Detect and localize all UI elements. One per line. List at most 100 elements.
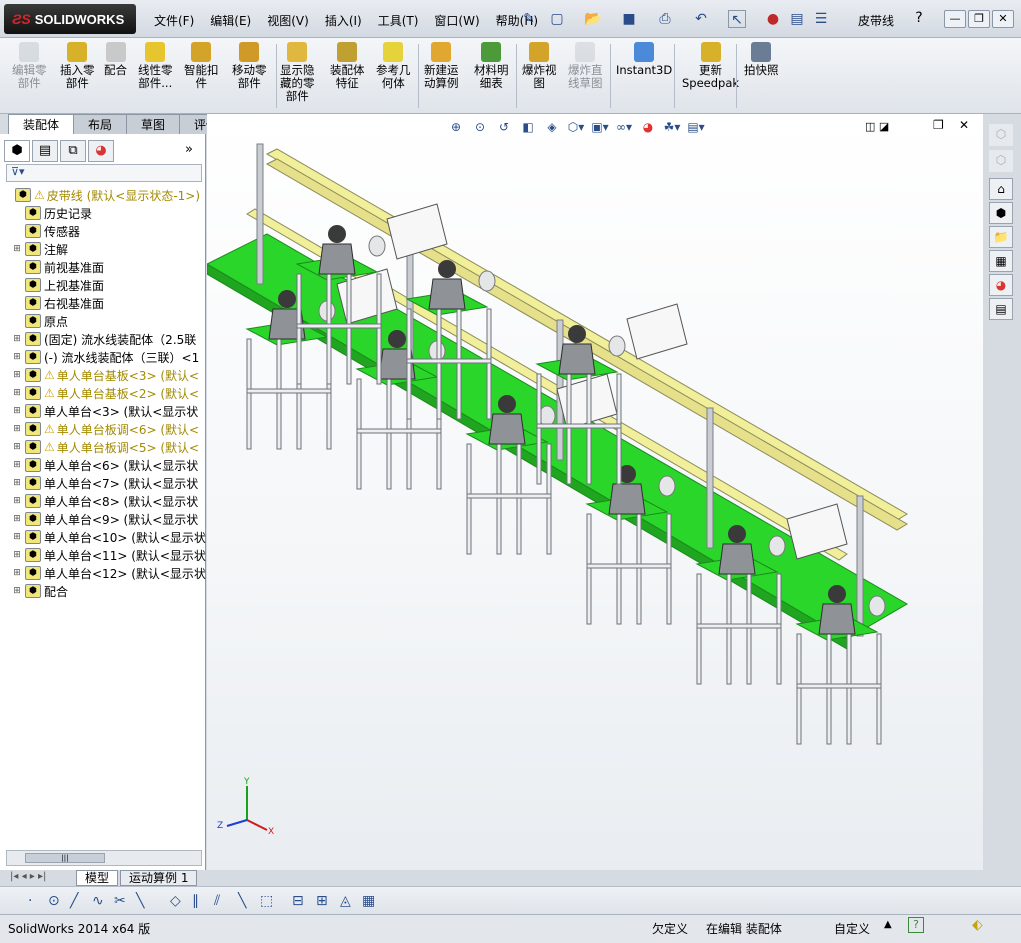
save-icon[interactable]: ■ — [620, 10, 638, 28]
tree-item[interactable]: ⊞ ⬢ ⚠ 单人单台基板<2> (默认< — [0, 384, 206, 402]
quick-help-icon[interactable]: ? — [908, 917, 924, 933]
appearances-icon[interactable]: ◕ — [989, 274, 1013, 296]
new-document-icon[interactable]: ▢ — [548, 10, 566, 28]
trim-icon[interactable]: ✂ — [114, 893, 126, 909]
tree-item[interactable]: ⬢ 前视基准面 — [0, 258, 206, 276]
expand-toggle-icon[interactable]: ⊞ — [12, 532, 22, 542]
table-icon[interactable]: ▦ — [362, 893, 375, 909]
solidworks-resources-icon[interactable]: ⌂ — [989, 178, 1013, 200]
property-manager-tab-icon[interactable]: ▤ — [32, 140, 58, 162]
tree-item[interactable]: ⬢ 右视基准面 — [0, 294, 206, 312]
cmd-assembly-features[interactable]: 装配体 特征 — [330, 42, 365, 90]
expand-toggle-icon[interactable]: ⊞ — [12, 586, 22, 596]
tree-item[interactable]: ⊞ ⬢ ⚠ 单人单台基板<3> (默认< — [0, 366, 206, 384]
expand-toggle-icon[interactable]: ⊞ — [12, 460, 22, 470]
circle-icon[interactable]: ⊙ — [48, 893, 60, 909]
close-button[interactable]: ✕ — [992, 10, 1014, 28]
file-explorer-icon[interactable]: 📁 — [989, 226, 1013, 248]
menu-window[interactable]: 窗口(W) — [426, 10, 487, 31]
expand-toggle-icon[interactable]: ⊞ — [12, 478, 22, 488]
pin-icon[interactable]: ✎ — [520, 10, 538, 28]
design-library-icon[interactable]: ⬢ — [989, 202, 1013, 224]
grid-icon[interactable]: ⊞ — [316, 893, 328, 909]
display-manager-tab-icon[interactable]: ◕ — [88, 140, 114, 162]
expand-toggle-icon[interactable]: ⊞ — [12, 406, 22, 416]
linear-pattern-sketch-icon[interactable]: ⊟ — [292, 893, 304, 909]
tab-scroll-arrows-icon[interactable]: |◂ ◂ ▸ ▸| — [10, 871, 46, 882]
expand-toggle-icon[interactable]: ⊞ — [12, 370, 22, 380]
cmd-new-motion-study[interactable]: 新建运 动算例 — [424, 42, 459, 90]
mirror-icon[interactable]: ⫽ — [214, 893, 220, 909]
tree-item[interactable]: ⊞ ⬢ 单人单台<10> (默认<显示状 — [0, 528, 206, 546]
menu-file[interactable]: 文件(F) — [146, 10, 202, 31]
print-icon[interactable]: ⎙ — [656, 10, 674, 28]
offset-icon[interactable]: ∥ — [192, 893, 199, 909]
expand-toggle-icon[interactable]: ⊞ — [12, 514, 22, 524]
construction-line-icon[interactable]: ╲ — [238, 893, 246, 909]
cmd-exploded-view[interactable]: 爆炸视 图 — [522, 42, 557, 90]
feature-manager-tab-icon[interactable]: ⬢ — [4, 140, 30, 162]
expand-toggle-icon[interactable]: ⊞ — [12, 550, 22, 560]
tree-item[interactable]: ⬢ 上视基准面 — [0, 276, 206, 294]
filter-icon[interactable]: ⊽▾ — [11, 165, 25, 178]
scrollbar-thumb[interactable]: ||| — [25, 853, 105, 863]
spline-icon[interactable]: ∿ — [92, 893, 104, 909]
undo-icon[interactable]: ↶ — [692, 10, 710, 28]
expand-toggle-icon[interactable]: ⊞ — [12, 424, 22, 434]
tree-item[interactable]: ⊞ ⬢ ⚠ 单人单台板调<5> (默认< — [0, 438, 206, 456]
tab-sketch[interactable]: 草图 — [126, 114, 181, 134]
view-palette-icon[interactable]: ▦ — [989, 250, 1013, 272]
tree-item[interactable]: ⊞ ⬢ 单人单台<9> (默认<显示状 — [0, 510, 206, 528]
menu-view[interactable]: 视图(V) — [259, 10, 317, 31]
cmd-move-component[interactable]: 移动零 部件 — [232, 42, 267, 90]
tab-layout[interactable]: 布局 — [73, 114, 128, 134]
tree-item[interactable]: ⬢ 原点 — [0, 312, 206, 330]
cmd-mate[interactable]: 配合 — [104, 42, 127, 77]
solidworks-logo[interactable]: ƧS SOLIDWORKS — [4, 4, 136, 34]
tree-item[interactable]: ⊞ ⬢ 单人单台<12> (默认<显示状 — [0, 564, 206, 582]
expand-panel-icon[interactable]: » — [176, 140, 202, 162]
cmd-edit-component[interactable]: 编辑零 部件 — [12, 42, 47, 90]
cmd-insert-components[interactable]: 插入零 部件 — [60, 42, 95, 90]
expand-toggle-icon[interactable]: ⊞ — [12, 334, 22, 344]
tree-item[interactable]: ⊞ ⬢ 配合 — [0, 582, 206, 600]
expand-toggle-icon[interactable]: ⊞ — [12, 442, 22, 452]
tree-item[interactable]: ⊞ ⬢ (-) 流水线装配体（三联）<1 — [0, 348, 206, 366]
point-icon[interactable]: · — [28, 893, 32, 909]
menu-tools[interactable]: 工具(T) — [370, 10, 427, 31]
status-units[interactable]: 自定义 — [834, 920, 870, 937]
help-button[interactable]: ? — [908, 10, 930, 28]
file-properties-icon[interactable]: ▤ — [788, 10, 806, 28]
cmd-reference-geometry[interactable]: 参考几 何体 — [376, 42, 411, 90]
tree-item[interactable]: ⊞ ⬢ 单人单台<3> (默认<显示状 — [0, 402, 206, 420]
options-icon[interactable]: ☰ — [812, 10, 830, 28]
tab-motion-study-1[interactable]: 运动算例 1 — [120, 870, 198, 886]
cmd-show-hidden[interactable]: 显示隐 藏的零 部件 — [280, 42, 315, 103]
smart-dimension-icon[interactable]: ◇ — [170, 893, 181, 909]
centerline-icon[interactable]: ╲ — [136, 893, 144, 909]
expand-toggle-icon[interactable]: ⊞ — [12, 568, 22, 578]
tree-root[interactable]: ⬢ ⚠ 皮带线 (默认<显示状态-1>) — [0, 186, 206, 204]
rectangle-icon[interactable]: ⬚ — [260, 893, 273, 909]
cmd-speedpak[interactable]: 更新 Speedpak — [682, 42, 739, 90]
expand-toggle-icon[interactable]: ⊞ — [12, 244, 22, 254]
cmd-instant3d[interactable]: Instant3D — [616, 42, 672, 77]
tree-item[interactable]: ⬢ 传感器 — [0, 222, 206, 240]
configuration-manager-tab-icon[interactable]: ⧉ — [60, 140, 86, 162]
tree-item[interactable]: ⊞ ⬢ 单人单台<11> (默认<显示状 — [0, 546, 206, 564]
expand-toggle-icon[interactable]: ⊞ — [12, 352, 22, 362]
tab-assembly[interactable]: 装配体 — [8, 114, 75, 134]
cmd-bom[interactable]: 材料明 细表 — [474, 42, 509, 90]
units-dropdown-icon[interactable]: ▲ — [884, 919, 892, 930]
horizontal-scrollbar[interactable]: ||| — [6, 850, 202, 866]
tab-model[interactable]: 模型 — [76, 870, 119, 886]
tree-item[interactable]: ⬢ 历史记录 — [0, 204, 206, 222]
cmd-smart-fasteners[interactable]: 智能扣 件 — [184, 42, 219, 90]
graphics-area[interactable]: ⊕ ⊙ ↺ ◧ ◈ ⬡▾ ▣▾ ∞▾ ◕ ☘▾ ▤▾ ◫ ◪ ❐ ✕ Y X Z — [207, 114, 983, 870]
tree-item[interactable]: ⊞ ⬢ 单人单台<8> (默认<显示状 — [0, 492, 206, 510]
minimize-button[interactable]: — — [944, 10, 966, 28]
tree-item[interactable]: ⊞ ⬢ ⚠ 单人单台板调<6> (默认< — [0, 420, 206, 438]
select-cursor-icon[interactable]: ↖ — [728, 10, 746, 28]
menu-insert[interactable]: 插入(I) — [317, 10, 370, 31]
tag-icon[interactable]: ⬖ — [972, 917, 983, 933]
